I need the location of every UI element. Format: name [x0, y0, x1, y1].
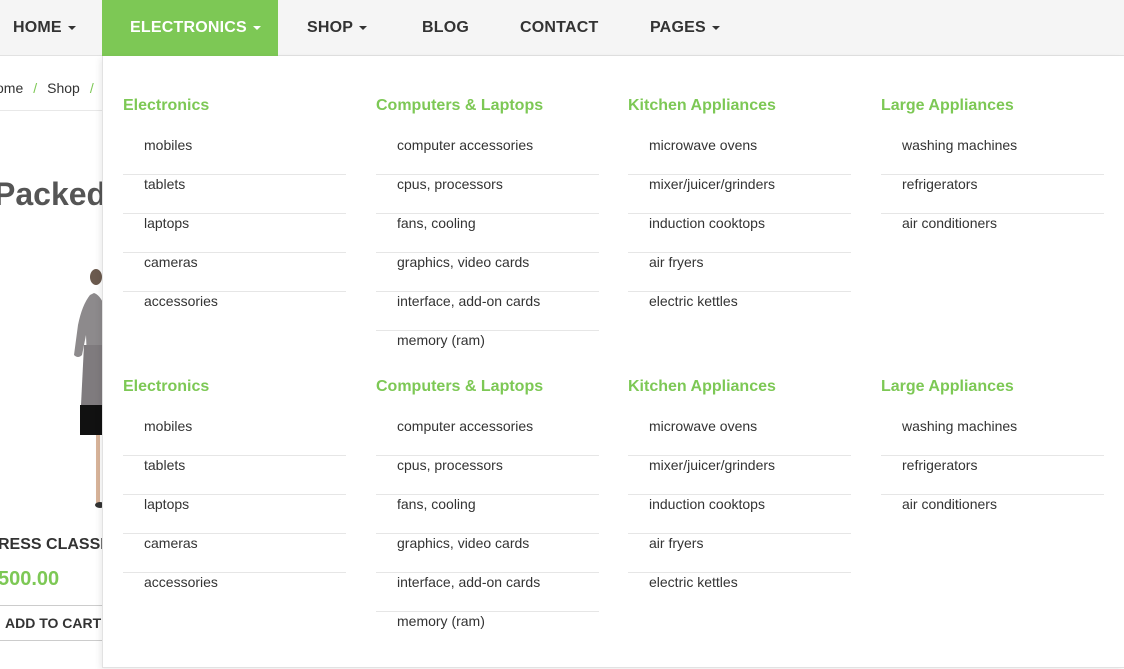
column-heading[interactable]: Electronics: [123, 97, 209, 115]
menu-link[interactable]: refrigerators: [881, 175, 1104, 214]
electronics-mega-menu: Electronics mobiles tablets laptops came…: [102, 56, 1124, 668]
nav-shop[interactable]: SHOP: [307, 0, 368, 56]
column-list: mobiles tablets laptops cameras accessor…: [123, 417, 346, 611]
menu-link[interactable]: electric kettles: [628, 292, 851, 330]
column-list: mobiles tablets laptops cameras accessor…: [123, 136, 346, 330]
caret-down-icon: [67, 26, 76, 30]
menu-link[interactable]: induction cooktops: [628, 214, 851, 253]
caret-down-icon: [252, 26, 261, 30]
column-heading[interactable]: Large Appliances: [881, 97, 1014, 115]
menu-link[interactable]: cpus, processors: [376, 456, 599, 495]
menu-link[interactable]: fans, cooling: [376, 214, 599, 253]
menu-link[interactable]: accessories: [123, 573, 346, 611]
menu-link[interactable]: tablets: [123, 175, 346, 214]
nav-electronics[interactable]: ELECTRONICS: [102, 0, 278, 56]
menu-link[interactable]: induction cooktops: [628, 495, 851, 534]
caret-down-icon: [711, 26, 720, 30]
menu-link[interactable]: laptops: [123, 214, 346, 253]
column-heading[interactable]: Kitchen Appliances: [628, 97, 776, 115]
menu-link[interactable]: cpus, processors: [376, 175, 599, 214]
menu-link[interactable]: fans, cooling: [376, 495, 599, 534]
column-list: microwave ovens mixer/juicer/grinders in…: [628, 417, 851, 611]
menu-link[interactable]: air conditioners: [881, 214, 1104, 252]
menu-link[interactable]: computer accessories: [376, 136, 599, 175]
menu-link[interactable]: computer accessories: [376, 417, 599, 456]
nav-home[interactable]: HOME: [13, 0, 76, 56]
breadcrumb-separator: /: [33, 80, 38, 96]
menu-link[interactable]: air fryers: [628, 534, 851, 573]
menu-link[interactable]: interface, add-on cards: [376, 573, 599, 612]
breadcrumb: ome/Shop/S: [0, 80, 113, 98]
column-heading[interactable]: Kitchen Appliances: [628, 378, 776, 396]
menu-link[interactable]: microwave ovens: [628, 417, 851, 456]
menu-link[interactable]: cameras: [123, 253, 346, 292]
breadcrumb-divider: [0, 110, 103, 111]
menu-link[interactable]: memory (ram): [376, 331, 599, 369]
menu-link[interactable]: graphics, video cards: [376, 253, 599, 292]
column-list: washing machines refrigerators air condi…: [881, 136, 1104, 252]
menu-link[interactable]: accessories: [123, 292, 346, 330]
column-heading[interactable]: Computers & Laptops: [376, 378, 543, 396]
menu-link[interactable]: memory (ram): [376, 612, 599, 650]
column-list: computer accessories cpus, processors fa…: [376, 417, 599, 650]
menu-link[interactable]: washing machines: [881, 417, 1104, 456]
menu-link[interactable]: laptops: [123, 495, 346, 534]
menu-link[interactable]: air fryers: [628, 253, 851, 292]
nav-contact[interactable]: CONTACT: [520, 0, 598, 56]
caret-down-icon: [359, 26, 368, 30]
menu-link[interactable]: mixer/juicer/grinders: [628, 175, 851, 214]
menu-link[interactable]: mobiles: [123, 136, 346, 175]
column-heading[interactable]: Large Appliances: [881, 378, 1014, 396]
nav-pages-label: PAGES: [650, 19, 706, 36]
menu-link[interactable]: mobiles: [123, 417, 346, 456]
nav-home-label: HOME: [13, 19, 62, 36]
menu-link[interactable]: electric kettles: [628, 573, 851, 611]
menu-link[interactable]: graphics, video cards: [376, 534, 599, 573]
menu-link[interactable]: interface, add-on cards: [376, 292, 599, 331]
breadcrumb-shop[interactable]: Shop: [47, 80, 80, 96]
menu-link[interactable]: microwave ovens: [628, 136, 851, 175]
add-to-cart-button[interactable]: ADD TO CART: [0, 605, 104, 641]
product-image[interactable]: [60, 255, 104, 515]
nav-contact-label: CONTACT: [520, 19, 599, 36]
breadcrumb-home[interactable]: ome: [0, 80, 23, 96]
column-list: microwave ovens mixer/juicer/grinders in…: [628, 136, 851, 330]
menu-link[interactable]: refrigerators: [881, 456, 1104, 495]
nav-blog[interactable]: BLOG: [422, 0, 469, 56]
nav-shop-label: SHOP: [307, 19, 354, 36]
nav-blog-label: BLOG: [422, 19, 470, 36]
page-root: ome/Shop/S Packed S RESS CLASSIC 500.00 …: [0, 0, 1124, 669]
menu-link[interactable]: washing machines: [881, 136, 1104, 175]
main-navbar: HOME ELECTRONICS SHOP BLOG CONTACT PAGES: [0, 0, 1124, 56]
column-heading[interactable]: Electronics: [123, 378, 209, 396]
menu-link[interactable]: mixer/juicer/grinders: [628, 456, 851, 495]
menu-link[interactable]: tablets: [123, 456, 346, 495]
product-price: 500.00: [0, 568, 60, 590]
nav-pages[interactable]: PAGES: [650, 0, 720, 56]
menu-link[interactable]: cameras: [123, 534, 346, 573]
nav-electronics-label: ELECTRONICS: [130, 19, 247, 36]
product-name[interactable]: RESS CLASSIC: [0, 536, 116, 554]
column-heading[interactable]: Computers & Laptops: [376, 97, 543, 115]
column-list: computer accessories cpus, processors fa…: [376, 136, 599, 369]
menu-link[interactable]: air conditioners: [881, 495, 1104, 533]
breadcrumb-separator: /: [89, 80, 94, 96]
column-list: washing machines refrigerators air condi…: [881, 417, 1104, 533]
